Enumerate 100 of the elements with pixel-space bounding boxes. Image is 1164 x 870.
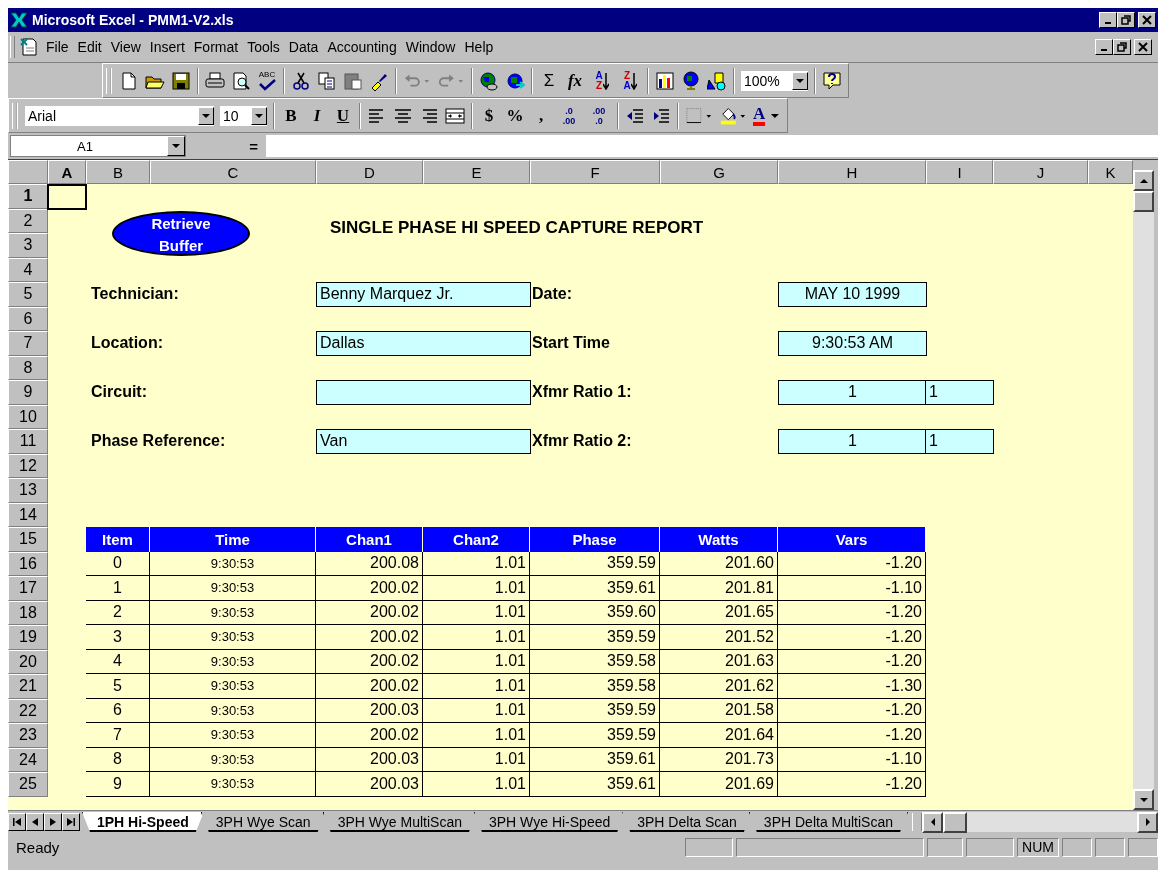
- minimize-button[interactable]: [1095, 39, 1113, 55]
- column-header[interactable]: K: [1088, 160, 1133, 184]
- menu-item[interactable]: Window: [402, 39, 462, 55]
- row-header[interactable]: 13: [8, 478, 48, 503]
- menu-item[interactable]: Format: [190, 39, 245, 55]
- input-field[interactable]: Van: [316, 429, 531, 454]
- row-header[interactable]: 5: [8, 282, 48, 307]
- row-header[interactable]: 1: [8, 184, 48, 209]
- input-field[interactable]: 1: [925, 429, 994, 454]
- scroll-thumb[interactable]: [943, 811, 968, 833]
- row-header[interactable]: 6: [8, 306, 48, 331]
- row-header[interactable]: 17: [8, 576, 48, 601]
- input-field[interactable]: 1: [778, 380, 927, 405]
- comma-button[interactable]: ,: [528, 102, 554, 129]
- row-header[interactable]: 18: [8, 600, 48, 625]
- column-header[interactable]: B: [86, 160, 150, 184]
- row-header[interactable]: 3: [8, 233, 48, 258]
- name-box[interactable]: A1: [10, 135, 186, 157]
- dropdown-button[interactable]: [792, 71, 808, 90]
- row-header[interactable]: 16: [8, 551, 48, 576]
- previous-sheet-button[interactable]: [26, 813, 44, 831]
- function-button[interactable]: fx: [562, 67, 588, 94]
- font-color-button[interactable]: A: [750, 102, 784, 129]
- row-header[interactable]: 23: [8, 723, 48, 748]
- row-header[interactable]: 25: [8, 772, 48, 797]
- sheet-tab[interactable]: 1PH Hi-Speed: [82, 812, 204, 832]
- row-header[interactable]: 24: [8, 747, 48, 772]
- scroll-thumb[interactable]: [1133, 191, 1154, 212]
- column-header[interactable]: J: [993, 160, 1088, 184]
- font-dropdown[interactable]: Arial: [24, 104, 215, 127]
- autosum-button[interactable]: Σ: [536, 67, 562, 94]
- italic-button[interactable]: I: [304, 102, 330, 129]
- row-header[interactable]: 21: [8, 674, 48, 699]
- toolbar-grip[interactable]: [12, 102, 18, 129]
- row-header[interactable]: 14: [8, 502, 48, 527]
- close-button[interactable]: [1138, 12, 1156, 28]
- minimize-button[interactable]: [1099, 12, 1117, 28]
- scroll-up-button[interactable]: [1133, 170, 1154, 191]
- close-button[interactable]: [1134, 39, 1152, 55]
- row-header[interactable]: 2: [8, 208, 48, 233]
- underline-button[interactable]: U: [330, 102, 356, 129]
- menu-item[interactable]: Tools: [244, 39, 286, 55]
- input-field[interactable]: 9:30:53 AM: [778, 331, 927, 356]
- column-header[interactable]: G: [660, 160, 778, 184]
- row-header[interactable]: 10: [8, 404, 48, 429]
- row-header[interactable]: 8: [8, 355, 48, 380]
- retrieve-buffer-button[interactable]: Retrieve Buffer: [112, 210, 250, 256]
- column-header[interactable]: E: [423, 160, 530, 184]
- dropdown-button[interactable]: [251, 106, 267, 125]
- spelling-button[interactable]: ABC: [254, 67, 280, 94]
- column-header[interactable]: I: [926, 160, 993, 184]
- first-sheet-button[interactable]: [8, 813, 26, 831]
- row-header[interactable]: 19: [8, 625, 48, 650]
- last-sheet-button[interactable]: [62, 813, 80, 831]
- row-header[interactable]: 15: [8, 527, 48, 552]
- font-size-dropdown[interactable]: 10: [219, 104, 268, 127]
- sheet-tab[interactable]: 3PH Delta MultiScan: [748, 812, 909, 832]
- row-header[interactable]: 12: [8, 453, 48, 478]
- menu-item[interactable]: Insert: [146, 39, 191, 55]
- workbook-icon[interactable]: [19, 37, 39, 57]
- row-header[interactable]: 4: [8, 257, 48, 282]
- sort-ascending-button[interactable]: A Z: [588, 67, 616, 94]
- dropdown-button[interactable]: [198, 106, 214, 125]
- select-all-button[interactable]: [8, 160, 48, 184]
- horizontal-scrollbar[interactable]: [922, 812, 1158, 832]
- restore-button[interactable]: [1117, 12, 1135, 28]
- toolbar-grip[interactable]: [106, 67, 112, 94]
- bold-button[interactable]: B: [278, 102, 304, 129]
- input-field[interactable]: Benny Marquez Jr.: [316, 282, 531, 307]
- next-sheet-button[interactable]: [44, 813, 62, 831]
- menu-item[interactable]: View: [107, 39, 147, 55]
- row-header[interactable]: 11: [8, 429, 48, 454]
- menu-item[interactable]: Edit: [74, 39, 108, 55]
- input-field[interactable]: Dallas: [316, 331, 531, 356]
- input-field[interactable]: MAY 10 1999: [778, 282, 927, 307]
- active-cell[interactable]: [47, 184, 87, 210]
- input-field[interactable]: 1: [778, 429, 927, 454]
- menu-item[interactable]: Help: [461, 39, 500, 55]
- column-header[interactable]: H: [778, 160, 926, 184]
- scroll-right-button[interactable]: [1137, 811, 1158, 833]
- zoom-dropdown[interactable]: 100%: [740, 69, 809, 92]
- row-header[interactable]: 20: [8, 649, 48, 674]
- vertical-scrollbar[interactable]: [1133, 170, 1154, 810]
- menu-item[interactable]: Accounting: [324, 39, 403, 55]
- row-header[interactable]: 7: [8, 331, 48, 356]
- menu-item[interactable]: File: [43, 39, 75, 55]
- row-header[interactable]: 22: [8, 698, 48, 723]
- column-header[interactable]: D: [316, 160, 423, 184]
- dropdown-button[interactable]: [167, 136, 185, 156]
- formula-field[interactable]: [266, 135, 1158, 157]
- row-header[interactable]: 9: [8, 380, 48, 405]
- decrease-decimal-button[interactable]: .00 .0: [584, 102, 614, 129]
- sort-descending-button[interactable]: Z A: [616, 67, 644, 94]
- scroll-left-button[interactable]: [922, 811, 944, 833]
- restore-button[interactable]: [1113, 39, 1131, 55]
- percent-button[interactable]: %: [502, 102, 528, 129]
- input-field[interactable]: 1: [925, 380, 994, 405]
- currency-button[interactable]: $: [476, 102, 502, 129]
- input-field[interactable]: [316, 380, 531, 405]
- increase-decimal-button[interactable]: .0 .00: [554, 102, 584, 129]
